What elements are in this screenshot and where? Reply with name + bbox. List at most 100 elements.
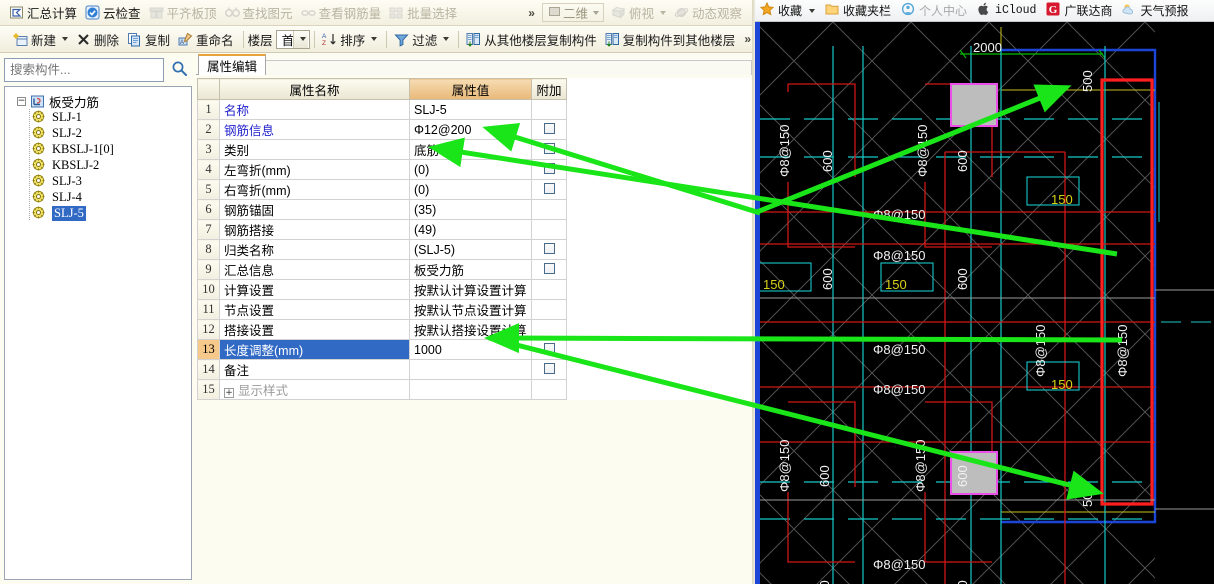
extra-checkbox[interactable] [543, 162, 555, 174]
extra-checkbox[interactable] [543, 362, 555, 374]
chevron-down-icon[interactable] [371, 37, 378, 41]
row-property-value[interactable]: 板受力筋 [409, 259, 532, 280]
row-property-value[interactable]: 按默认节点设置计算 [409, 299, 532, 320]
table-row[interactable]: 14 备注 [197, 359, 751, 380]
toolbar-overflow-chevron[interactable]: » [524, 6, 539, 20]
tree-item-slj-1[interactable]: SLJ-1 [5, 109, 191, 125]
chevron-down-icon[interactable] [443, 37, 450, 41]
tree-item-slj-3[interactable]: SLJ-3 [5, 173, 191, 189]
row-property-value[interactable]: Φ12@200 [409, 119, 532, 140]
row-extra-checkbox-cell[interactable] [531, 259, 567, 280]
row-extra-checkbox-cell[interactable] [531, 179, 567, 200]
tree-root-node[interactable]: − 板受力筋 [5, 93, 191, 110]
expand-toggle-icon[interactable]: + [224, 388, 234, 398]
toolbar-button-delete[interactable]: 删除 [73, 28, 124, 50]
extra-checkbox[interactable] [543, 182, 555, 194]
tree-toggle-icon[interactable]: − [17, 96, 26, 106]
table-row[interactable]: 11 节点设置 按默认节点设置计算 [197, 299, 751, 320]
table-row[interactable]: 7 钢筋搭接 (49) [197, 219, 751, 240]
bookmark-favorites-bar[interactable]: 收藏夹栏 [820, 1, 896, 21]
row-property-value[interactable]: (SLJ-5) [409, 239, 532, 260]
table-row[interactable]: 6 钢筋锚固 (35) [197, 199, 751, 220]
toolbar-button-batch-select[interactable]: 批量选择 [386, 2, 462, 24]
chevron-down-icon[interactable] [62, 37, 69, 41]
row-property-value[interactable]: 底筋 [409, 139, 532, 160]
tree-item-slj-4[interactable]: SLJ-4 [5, 189, 191, 205]
row-extra-checkbox-cell[interactable] [531, 199, 567, 220]
toolbar-button-top-view[interactable]: 俯视 [608, 2, 671, 24]
tree-item-slj-2[interactable]: SLJ-2 [5, 125, 191, 141]
row-property-value[interactable]: 1000 [409, 339, 532, 360]
row-property-value[interactable]: 按默认搭接设置计算 [409, 319, 532, 340]
tree-item-slj-5[interactable]: SLJ-5 [5, 205, 191, 221]
toolbar-button-sort[interactable]: AZ 排序 [319, 28, 382, 50]
table-row[interactable]: 5 右弯折(mm) (0) [197, 179, 751, 200]
toolbar-button-rename[interactable]: A 重命名 [175, 28, 239, 50]
tab-property-edit[interactable]: 属性编辑 [198, 54, 267, 75]
toolbar-button-copy-to-other-floor[interactable]: 复制构件到其他楼层 [602, 28, 741, 50]
toolbar-button-view-rebar-qty[interactable]: 查看钢筋量 [298, 2, 387, 24]
table-row[interactable]: 15 + 显示样式 [197, 379, 751, 400]
row-extra-checkbox-cell[interactable] [531, 379, 567, 400]
toolbar-button-cloud-check[interactable]: 云检查 [82, 2, 146, 24]
extra-checkbox[interactable] [543, 242, 555, 254]
cad-drawing-area[interactable]: 收藏 收藏夹栏 个人中心 iCloud G 广联达商 天气预报 Φ8@150 6… [755, 0, 1214, 584]
row-extra-checkbox-cell[interactable] [531, 159, 567, 180]
row-property-value[interactable]: (0) [409, 179, 532, 200]
row-property-value[interactable] [409, 379, 532, 400]
table-row[interactable]: 10 计算设置 按默认计算设置计算 [197, 279, 751, 300]
row-extra-checkbox-cell[interactable] [531, 319, 567, 340]
chevron-down-icon[interactable] [293, 30, 309, 48]
table-row[interactable]: 8 归类名称 (SLJ-5) [197, 239, 751, 260]
bookmark-weather[interactable]: 天气预报 [1117, 1, 1193, 21]
toolbar-button-copy[interactable]: 复制 [124, 28, 175, 50]
search-button[interactable] [167, 58, 192, 82]
row-property-value[interactable]: (35) [409, 199, 532, 220]
chevron-down-icon[interactable] [587, 4, 602, 21]
toolbar-button-sum-calc[interactable]: 汇总计算 [6, 2, 82, 24]
table-row[interactable]: 13 长度调整(mm) 1000 [197, 339, 751, 360]
toolbar-button-new[interactable]: 新建 [10, 28, 73, 50]
toolbar-button-filter[interactable]: 过滤 [391, 28, 454, 50]
bookmark-favorites[interactable]: 收藏 [755, 1, 820, 21]
table-row[interactable]: 12 搭接设置 按默认搭接设置计算 [197, 319, 751, 340]
row-property-value[interactable]: (49) [409, 219, 532, 240]
chevron-down-icon[interactable] [809, 8, 816, 13]
row-property-value[interactable]: SLJ-5 [409, 99, 532, 120]
row-extra-checkbox-cell[interactable] [531, 339, 567, 360]
toolbar-button-find-element[interactable]: 查找图元 [222, 2, 298, 24]
extra-checkbox[interactable] [543, 342, 555, 354]
extra-checkbox[interactable] [543, 142, 555, 154]
toolbar-button-copy-from-other-floor[interactable]: 从其他楼层复制构件 [463, 28, 602, 50]
row-extra-checkbox-cell[interactable] [531, 359, 567, 380]
extra-checkbox[interactable] [543, 262, 555, 274]
tree-item-kbslj-2[interactable]: KBSLJ-2 [5, 157, 191, 173]
table-row[interactable]: 3 类别 底筋 [197, 139, 751, 160]
row-extra-checkbox-cell[interactable] [531, 219, 567, 240]
row-extra-checkbox-cell[interactable] [531, 239, 567, 260]
row-extra-checkbox-cell[interactable] [531, 139, 567, 160]
row-extra-checkbox-cell[interactable] [531, 119, 567, 140]
tree-item-kbslj-1[0][interactable]: KBSLJ-1[0] [5, 141, 191, 157]
row-property-value[interactable]: (0) [409, 159, 532, 180]
row-property-value[interactable]: 按默认计算设置计算 [409, 279, 532, 300]
row-extra-checkbox-cell[interactable] [531, 279, 567, 300]
search-input[interactable] [4, 58, 164, 82]
table-row[interactable]: 1 名称 SLJ-5 [197, 99, 751, 120]
row-property-value[interactable] [409, 359, 532, 380]
toolbar-button-align-slab-top[interactable]: 平齐板顶 [146, 2, 222, 24]
extra-checkbox[interactable] [543, 122, 555, 134]
floor-combo[interactable]: 首层 [275, 29, 311, 49]
toolbar-button-dynamic-observe[interactable]: 动态观察 [671, 2, 747, 24]
table-row[interactable]: 4 左弯折(mm) (0) [197, 159, 751, 180]
bookmark-glodon[interactable]: G 广联达商 [1041, 1, 1117, 21]
table-row[interactable]: 9 汇总信息 板受力筋 [197, 259, 751, 280]
component-tree[interactable]: − 板受力筋 SLJ-1 SLJ-2 KBSLJ-1[0] KBSLJ-2 SLJ-3 S… [4, 86, 192, 580]
property-table[interactable]: 属性名称 属性值 附加 1 名称 SLJ-5 2 钢筋信息 Φ12@200 3 类别 底筋 4 左弯… [197, 78, 751, 400]
bookmark-personal-center[interactable]: 个人中心 [896, 1, 972, 21]
bookmark-icloud[interactable]: iCloud [972, 1, 1041, 21]
view-dimension-combo[interactable]: 二维 [541, 3, 604, 22]
row-extra-checkbox-cell[interactable] [531, 299, 567, 320]
table-row[interactable]: 2 钢筋信息 Φ12@200 [197, 119, 751, 140]
row-extra-checkbox-cell[interactable] [531, 99, 567, 120]
